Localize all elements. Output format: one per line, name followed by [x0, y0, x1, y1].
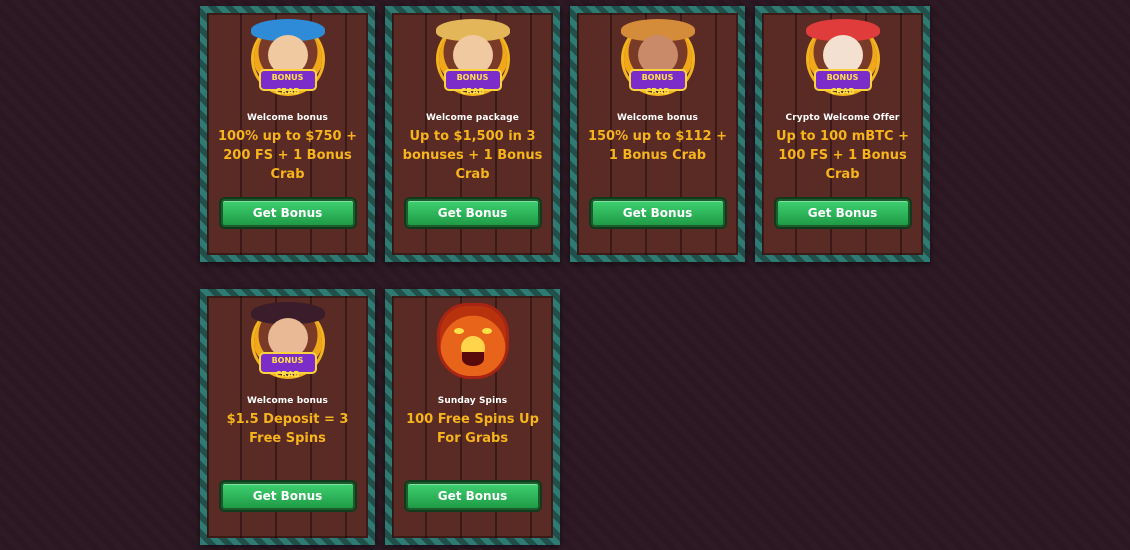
bonus-card: BONUS CRAB Welcome bonus $1.5 Deposit = …	[200, 289, 375, 545]
get-bonus-button[interactable]: Get Bonus	[775, 199, 910, 227]
character-avatar-icon: BONUS CRAB	[620, 19, 695, 96]
tiger-icon	[439, 306, 506, 376]
character-avatar-icon: BONUS CRAB	[435, 19, 510, 96]
bonus-label: Sunday Spins	[437, 396, 508, 406]
bonus-card: BONUS CRAB Welcome bonus 150% up to $112…	[570, 6, 745, 262]
bonus-card: BONUS CRAB Welcome bonus 100% up to $750…	[200, 6, 375, 262]
bonus-crab-badge: BONUS CRAB	[258, 69, 317, 96]
bonus-offer-text: Up to $1,500 in 3 bonuses + 1 Bonus Crab	[402, 129, 543, 182]
get-bonus-button[interactable]: Get Bonus	[405, 482, 540, 510]
bonus-crab-badge: BONUS CRAB	[628, 69, 687, 96]
get-bonus-button[interactable]: Get Bonus	[405, 199, 540, 227]
bonus-crab-badge: BONUS CRAB	[258, 352, 317, 379]
bonus-card-grid: BONUS CRAB Welcome bonus 100% up to $750…	[200, 6, 932, 545]
bonus-offer-text: 100% up to $750 + 200 FS + 1 Bonus Crab	[217, 129, 358, 182]
bonus-label: Welcome bonus	[246, 396, 329, 406]
bonus-label: Crypto Welcome Offer	[785, 113, 900, 123]
bonus-offer-text: 150% up to $112 + 1 Bonus Crab	[587, 129, 728, 163]
bonus-offer-text: $1.5 Deposit = 3 Free Spins	[226, 412, 349, 446]
bonus-offer-text: 100 Free Spins Up For Grabs	[406, 412, 539, 446]
get-bonus-button[interactable]: Get Bonus	[220, 482, 355, 510]
get-bonus-button[interactable]: Get Bonus	[590, 199, 725, 227]
bonus-label: Welcome bonus	[616, 113, 699, 123]
bonus-crab-badge: BONUS CRAB	[443, 69, 502, 96]
bonus-card: BONUS CRAB Crypto Welcome Offer Up to 10…	[755, 6, 930, 262]
character-avatar-icon: BONUS CRAB	[250, 19, 325, 96]
bonus-card: BONUS CRAB Welcome package Up to $1,500 …	[385, 6, 560, 262]
bonus-card: Sunday Spins 100 Free Spins Up For Grabs…	[385, 289, 560, 545]
bonus-offer-text: Up to 100 mBTC + 100 FS + 1 Bonus Crab	[775, 129, 909, 182]
bonus-label: Welcome package	[426, 113, 519, 123]
character-avatar-icon: BONUS CRAB	[250, 302, 325, 379]
bonus-crab-badge: BONUS CRAB	[813, 69, 872, 96]
bonus-label: Welcome bonus	[246, 113, 329, 123]
character-avatar-icon: BONUS CRAB	[805, 19, 880, 96]
get-bonus-button[interactable]: Get Bonus	[220, 199, 355, 227]
